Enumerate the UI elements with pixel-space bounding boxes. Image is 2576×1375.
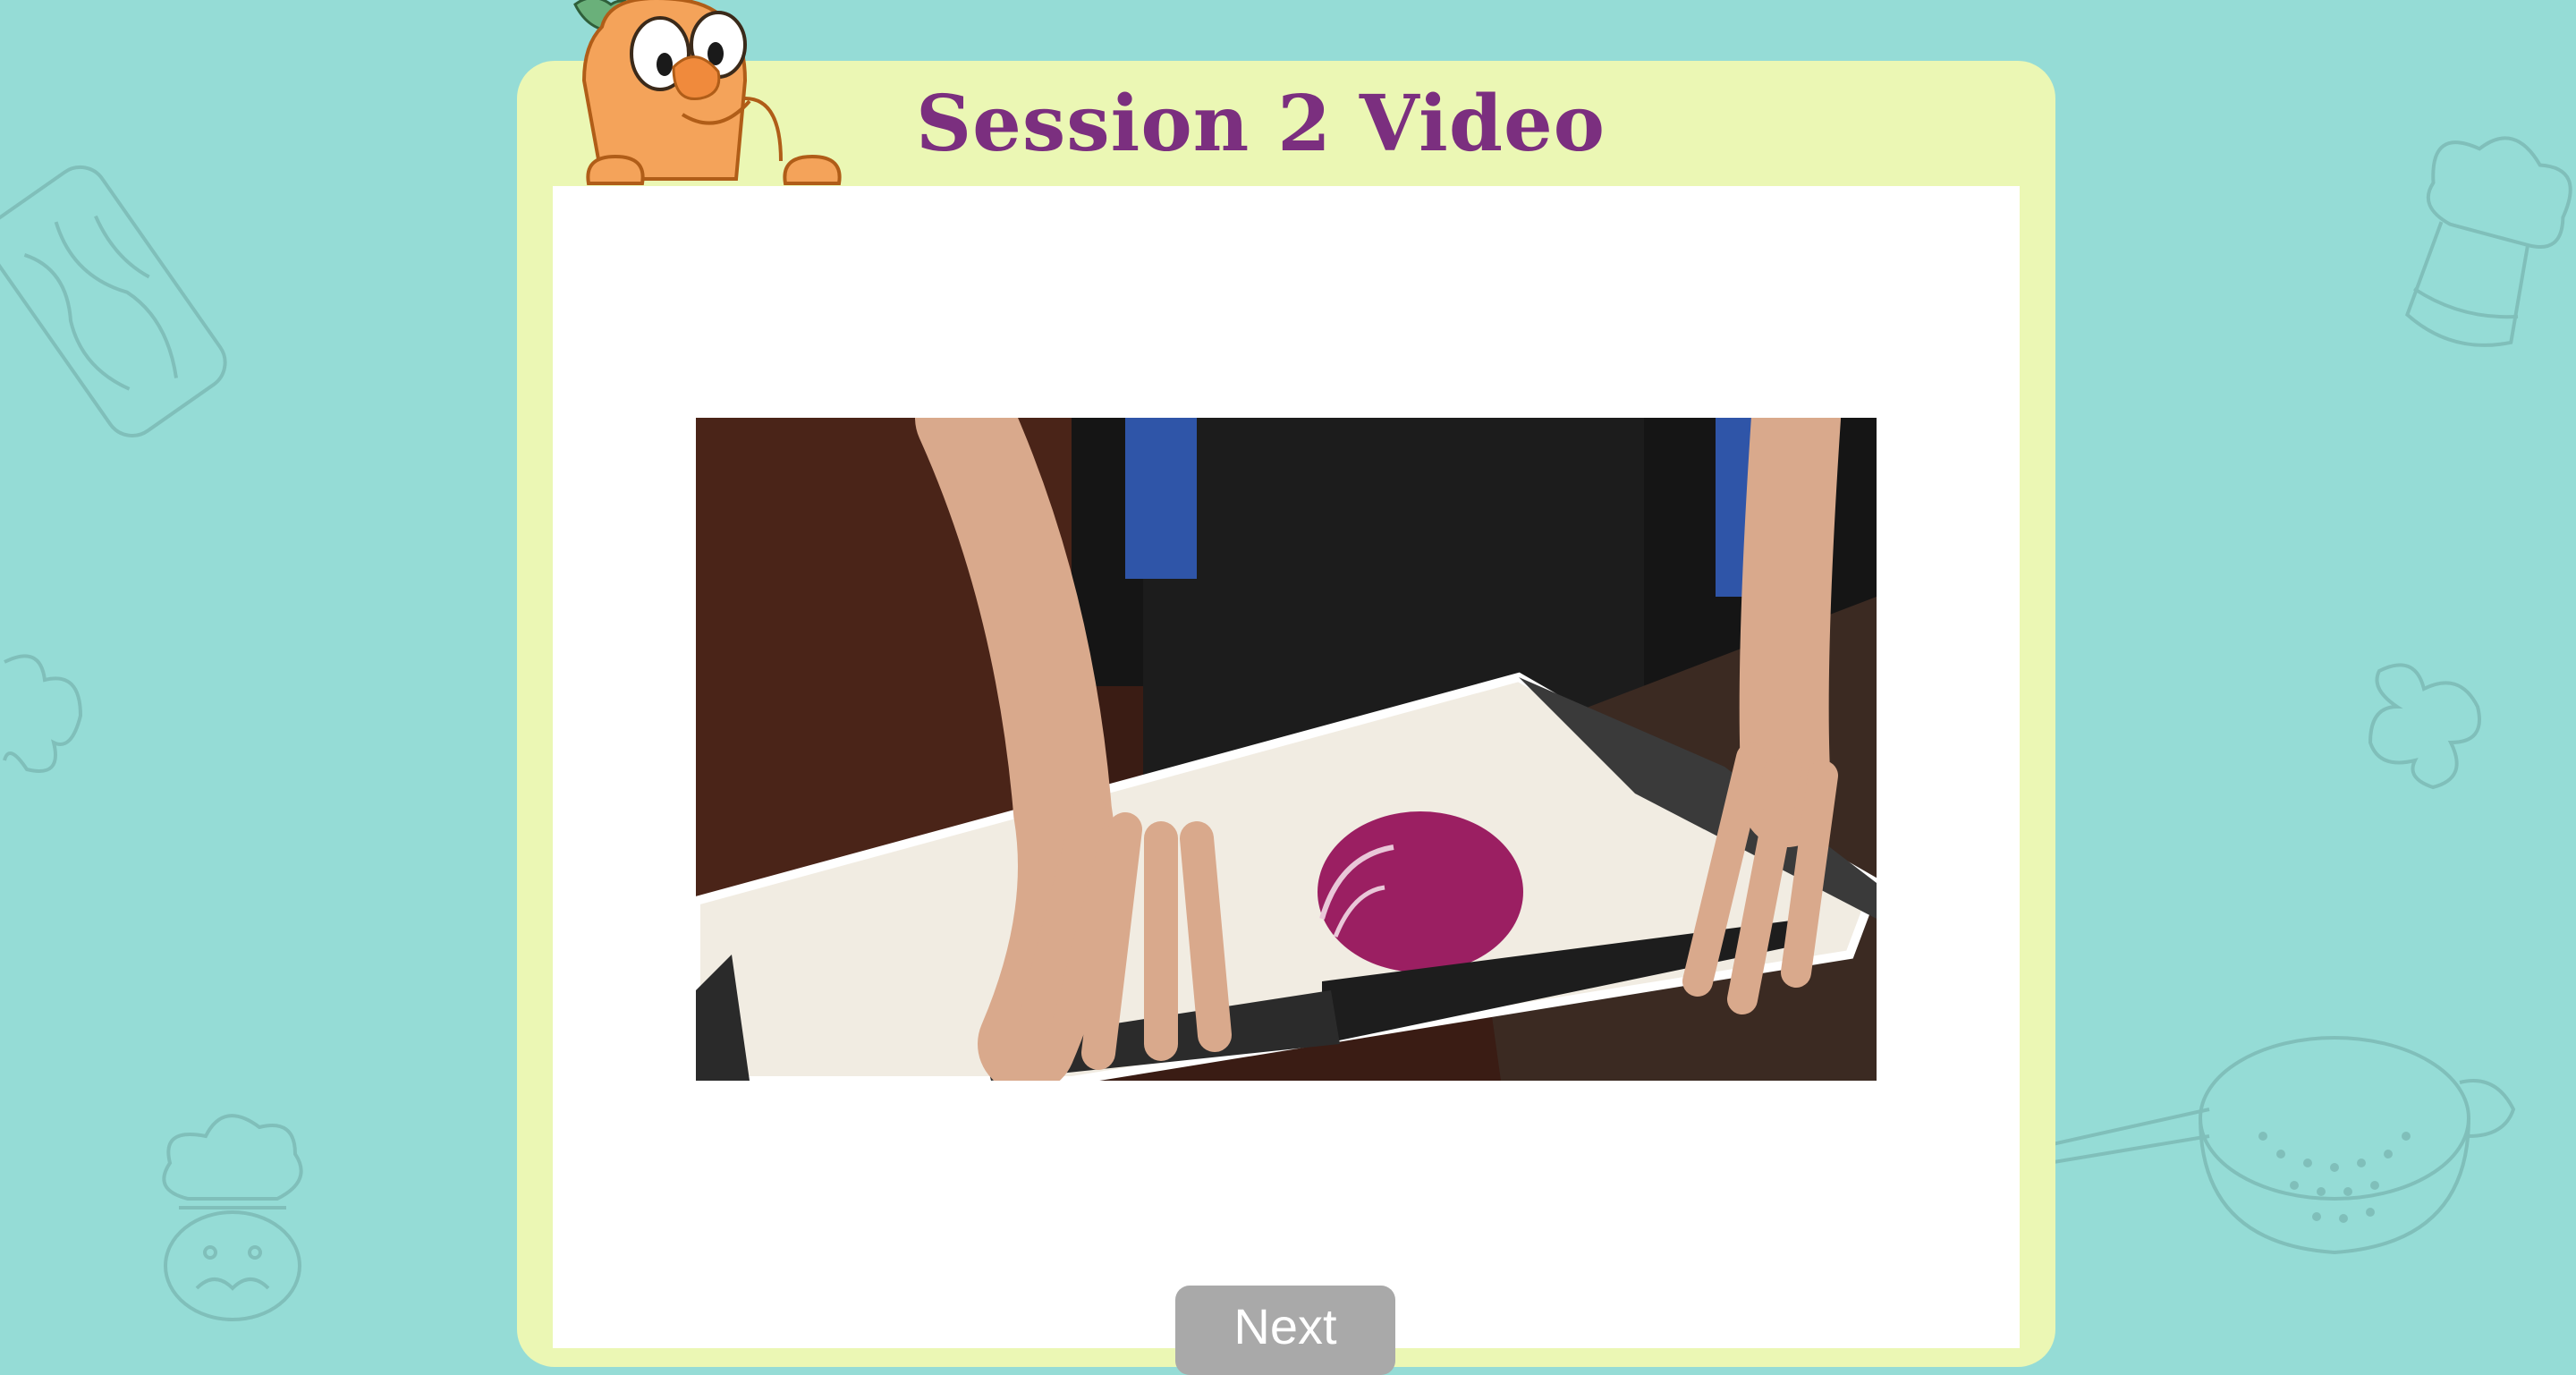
- next-button[interactable]: Next: [1175, 1286, 1395, 1375]
- cutting-board-doodle-icon: [0, 165, 227, 437]
- cookie-cutter-doodle-icon: [2368, 663, 2481, 790]
- video-frame-illustration: [696, 418, 1877, 1081]
- colander-doodle-icon: [2048, 1036, 2516, 1255]
- cookie-cutter-doodle-icon: [3, 654, 83, 773]
- page-title: Session 2 Video: [916, 79, 1606, 169]
- chef-doodle-icon: [162, 1114, 303, 1321]
- chef-hat-doodle-icon: [2404, 136, 2572, 347]
- carrot-mascot-icon: [573, 0, 842, 185]
- video-player[interactable]: [696, 418, 1877, 1081]
